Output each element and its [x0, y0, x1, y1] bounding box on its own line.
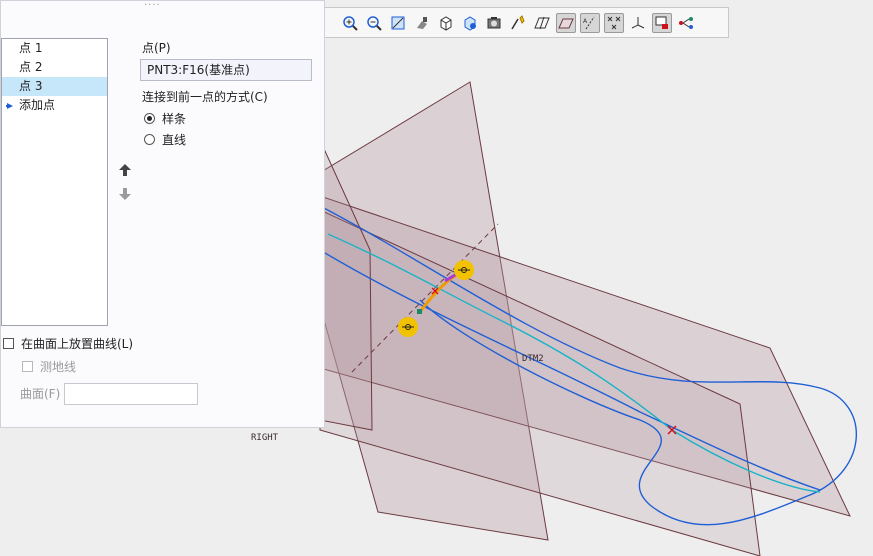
point-reference-field[interactable]: PNT3:F16(基准点): [140, 59, 312, 81]
geodesic-option: 测地线: [22, 358, 76, 375]
zoom-out-icon[interactable]: [364, 13, 384, 33]
move-down-icon[interactable]: [118, 187, 132, 201]
annotation-display-icon[interactable]: [508, 13, 528, 33]
tangent-handle-start[interactable]: [398, 317, 418, 337]
plane-display-icon[interactable]: [556, 12, 576, 33]
view-manager-icon[interactable]: [436, 13, 456, 33]
point-marker-1[interactable]: [417, 309, 422, 314]
point-display-icon[interactable]: [604, 12, 624, 33]
move-up-icon[interactable]: [118, 163, 132, 177]
model-tree-filter-icon[interactable]: [676, 13, 696, 33]
svg-text:A: A: [583, 18, 588, 25]
point-list[interactable]: 点 1 点 2 点 3 添加点: [1, 38, 108, 326]
axis-display-icon[interactable]: A: [580, 12, 600, 33]
point-label: 点(P): [142, 41, 171, 55]
add-point-label: 添加点: [19, 98, 56, 112]
list-item-point-1[interactable]: 点 1: [2, 39, 107, 58]
spline-option[interactable]: 样条: [144, 110, 186, 127]
saved-orientations-icon[interactable]: [460, 13, 480, 33]
surface-reference-field: [64, 383, 198, 405]
geodesic-label: 测地线: [40, 360, 77, 374]
plane-tag-display-icon[interactable]: [532, 13, 552, 33]
panel-drag-handle[interactable]: ····: [144, 1, 164, 11]
graphics-toolbar: A: [311, 7, 729, 38]
refit-icon[interactable]: [388, 13, 408, 33]
place-on-surface-label: 在曲面上放置曲线(L): [21, 337, 134, 351]
spline-radio[interactable]: [144, 113, 155, 124]
connect-label: 连接到前一点的方式(C): [142, 90, 268, 104]
display-style-icon[interactable]: [484, 13, 504, 33]
add-point-button[interactable]: 添加点: [2, 96, 107, 115]
list-item-point-2[interactable]: 点 2: [2, 58, 107, 77]
geodesic-checkbox: [22, 361, 33, 372]
spin-center-icon[interactable]: [652, 12, 672, 33]
place-on-surface-option[interactable]: 在曲面上放置曲线(L): [3, 335, 133, 352]
line-option-label: 直线: [162, 133, 187, 147]
csys-display-icon[interactable]: [628, 13, 648, 33]
datum-label-dtm2: DTM2: [522, 354, 544, 364]
tangent-handle-end[interactable]: [454, 260, 474, 280]
line-option[interactable]: 直线: [144, 131, 186, 148]
zoom-in-icon[interactable]: [340, 13, 360, 33]
place-on-surface-checkbox[interactable]: [3, 338, 14, 349]
repaint-icon[interactable]: [412, 13, 432, 33]
curve-points-panel: ···· 点 1 点 2 点 3 添加点 点(P) PNT3:F16(基准点) …: [0, 0, 325, 428]
datum-label-right: RIGHT: [251, 433, 279, 443]
surface-label: 曲面(F): [20, 387, 61, 401]
spline-option-label: 样条: [162, 112, 187, 126]
add-arrow-icon: [6, 102, 13, 109]
line-radio[interactable]: [144, 134, 155, 145]
list-item-point-3[interactable]: 点 3: [2, 77, 107, 96]
